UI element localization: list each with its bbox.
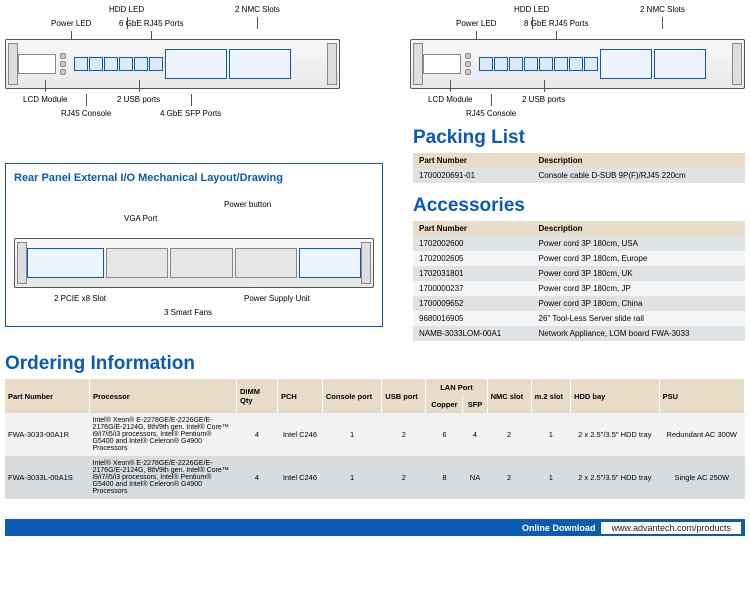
label-rj45-console: RJ45 Console [61,109,111,118]
footer-url[interactable]: www.advantech.com/products [601,522,741,534]
label-psu: Power Supply Unit [244,294,310,303]
packing-table: Part NumberDescription 1700020691-01Cons… [413,153,745,183]
table-row: FWA-3033-00A1RIntel® Xeon® E-2278GE/E-22… [5,413,745,456]
label-power-led: Power LED [51,19,91,28]
accessories-title: Accessories [413,195,745,217]
packing-title: Packing List [413,127,745,149]
front-diagrams: Power LED HDD LED 6 GbE RJ45 Ports 2 NMC… [5,5,745,123]
label-usb: 2 USB ports [117,95,160,104]
label-power-btn: Power button [224,200,271,209]
label-nmc-slots: 2 NMC Slots [235,5,280,14]
accessories-table: Part NumberDescription 1702002600Power c… [413,221,745,341]
footer-bar: Online Download www.advantech.com/produc… [5,519,745,536]
label-fans: 3 Smart Fans [164,308,212,317]
label-usb: 2 USB ports [522,95,565,104]
label-lcd: LCD Module [23,95,67,104]
label-rj45-console: RJ45 Console [466,109,516,118]
label-hdd-led: HDD LED [514,5,549,14]
label-nmc-slots: 2 NMC Slots [640,5,685,14]
front-panel-b: Power LED HDD LED 8 GbE RJ45 Ports 2 NMC… [410,5,745,123]
front-panel-a: Power LED HDD LED 6 GbE RJ45 Ports 2 NMC… [5,5,340,123]
footer-label: Online Download [522,523,596,533]
rear-panel-box: Rear Panel External I/O Mechanical Layou… [5,163,383,327]
ordering-table: Part Number Processor DIMM Qty PCH Conso… [5,379,745,499]
label-lcd: LCD Module [428,95,472,104]
label-sfp: 4 GbE SFP Ports [160,109,221,118]
table-row: FWA-3033L-00A1SIntel® Xeon® E-2278GE/E-2… [5,456,745,499]
ordering-title: Ordering Information [5,353,745,375]
label-hdd-led: HDD LED [109,5,144,14]
label-vga: VGA Port [124,214,157,223]
label-rj45-ports: 8 GbE RJ45 Ports [524,19,588,28]
rear-title: Rear Panel External I/O Mechanical Layou… [14,172,374,184]
label-rj45-ports: 6 GbE RJ45 Ports [119,19,183,28]
label-pcie: 2 PCIE x8 Slot [54,294,106,303]
label-power-led: Power LED [456,19,496,28]
